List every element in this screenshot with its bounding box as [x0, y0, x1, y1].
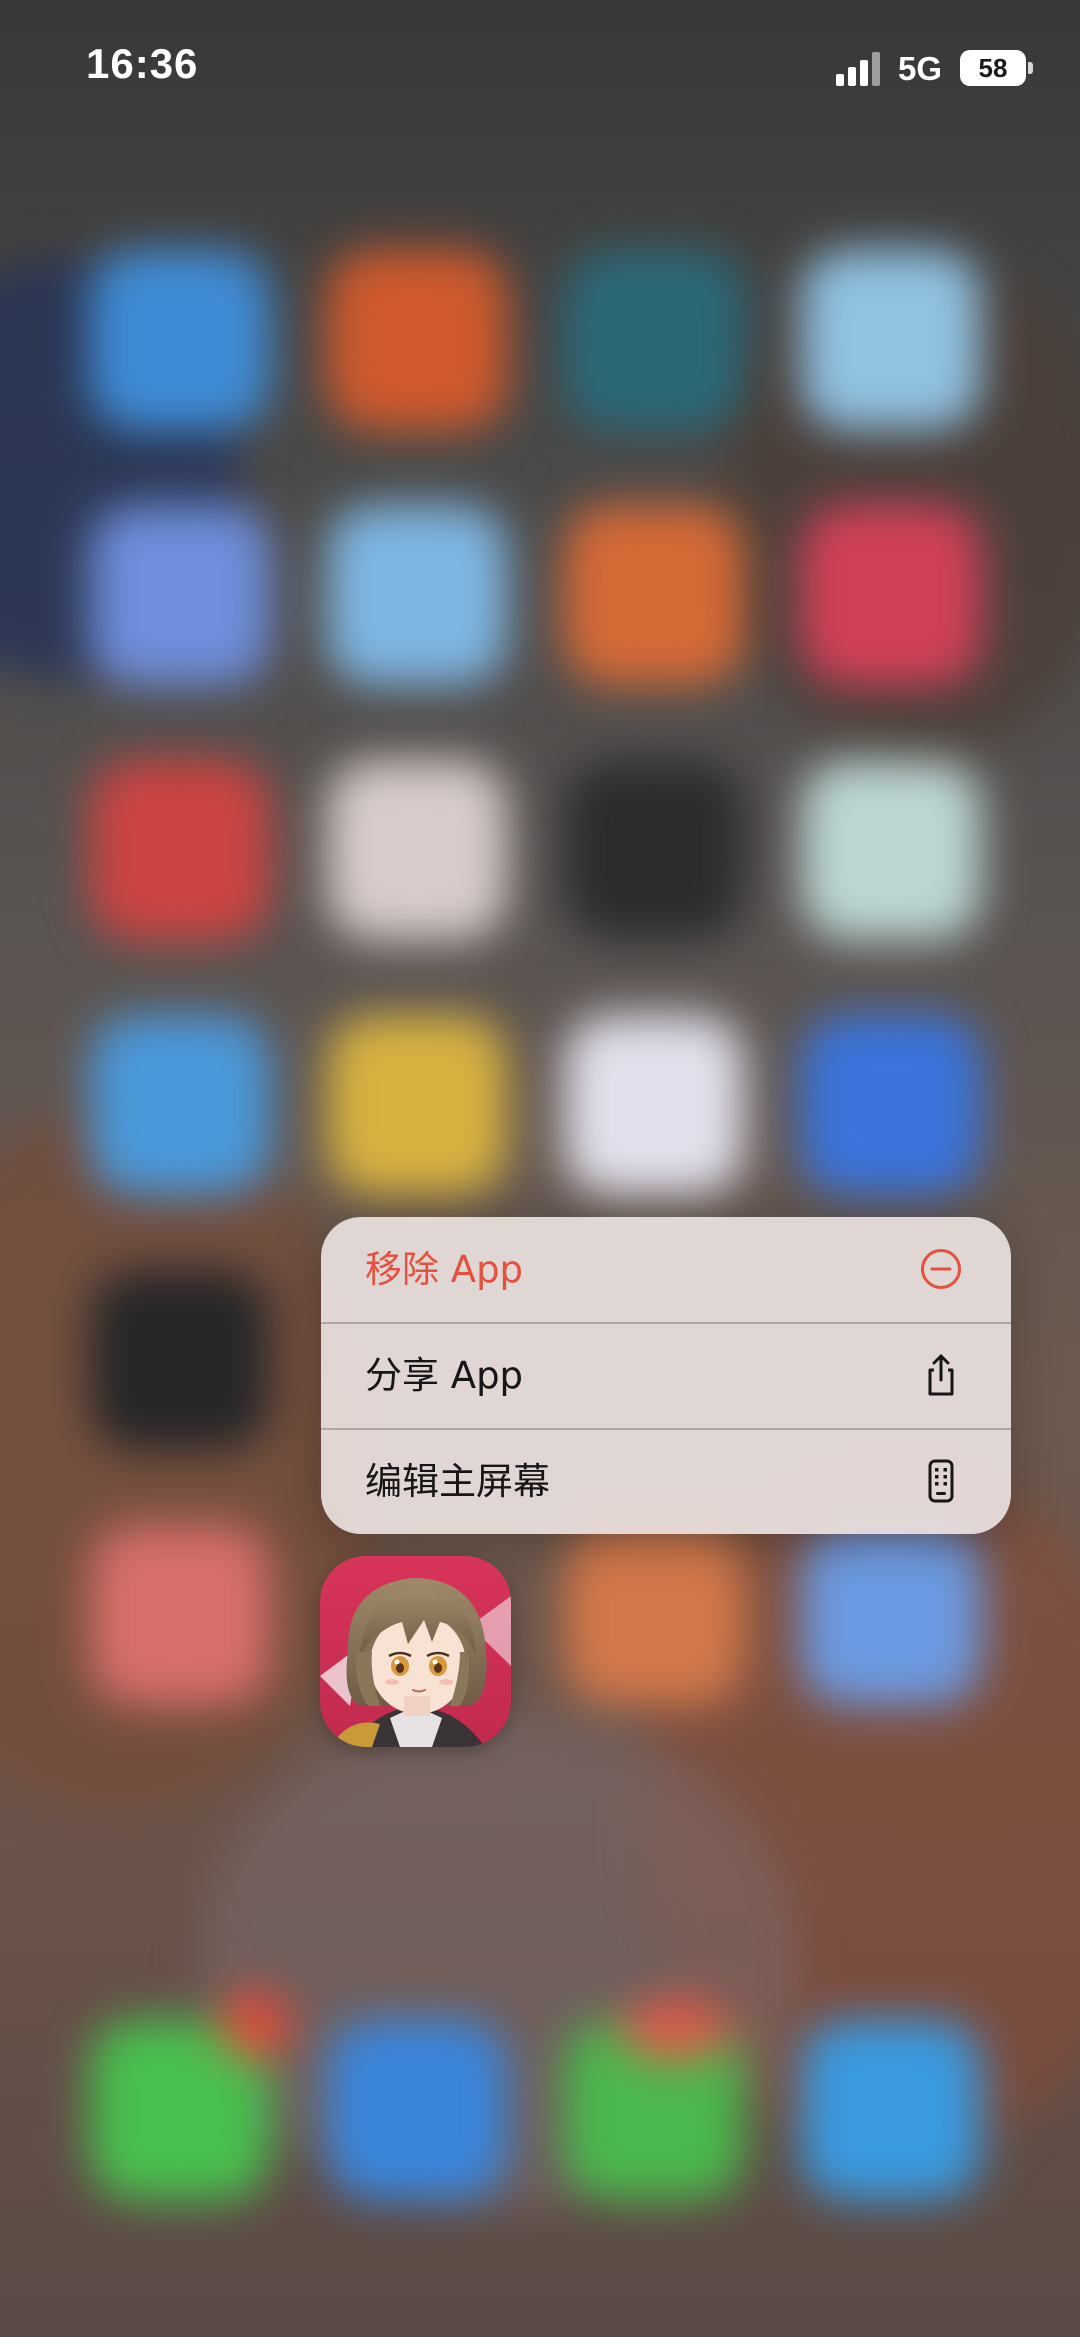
remove-app-label: 移除 App — [365, 1248, 524, 1291]
network-type-label: 5G — [898, 50, 943, 87]
battery-tip — [1028, 62, 1033, 74]
minus-circle-icon — [921, 1249, 961, 1289]
app-context-menu: 移除 App 分享 App 编辑主屏幕 — [321, 1217, 1011, 1534]
cellular-signal-icon — [836, 52, 880, 86]
share-icon — [928, 1354, 954, 1396]
home-screen: 16:36 5G 58 移除 App 分享 App 编辑主屏幕 — [0, 0, 1080, 2337]
edit-home-screen-label: 编辑主屏幕 — [365, 1460, 550, 1503]
app-icon-artwork — [320, 1556, 511, 1747]
battery-level: 58 — [978, 53, 1008, 83]
status-bar: 16:36 5G 58 — [0, 0, 1080, 140]
status-time: 16:36 — [86, 40, 199, 87]
phone-grid-icon — [928, 1459, 954, 1503]
share-app-label: 分享 App — [365, 1354, 524, 1397]
remove-app-menu-item[interactable]: 移除 App — [321, 1217, 1011, 1322]
anime-girl-app-icon[interactable] — [320, 1556, 511, 1747]
edit-home-screen-menu-item[interactable]: 编辑主屏幕 — [321, 1429, 1011, 1534]
battery-icon: 58 — [960, 50, 1026, 86]
share-app-menu-item[interactable]: 分享 App — [321, 1323, 1011, 1428]
blurred-home-screen — [0, 0, 1080, 2337]
